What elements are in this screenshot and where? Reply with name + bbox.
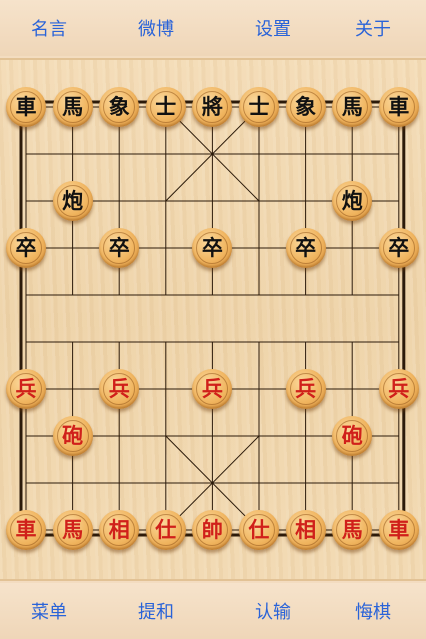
quotes-button[interactable]: 名言 <box>9 0 89 56</box>
black-piece[interactable]: 炮 <box>52 181 93 221</box>
piece-label: 兵 <box>15 376 37 401</box>
piece-label: 車 <box>15 517 37 542</box>
black-piece[interactable]: 馬 <box>52 87 93 127</box>
piece-label: 車 <box>15 94 37 119</box>
bottom-menu-bar: 菜单 提和 认输 悔棋 <box>0 583 426 639</box>
piece-label: 仕 <box>248 517 270 542</box>
piece-label: 砲 <box>341 423 363 448</box>
red-piece[interactable]: 車 <box>378 510 419 550</box>
red-piece[interactable]: 兵 <box>99 369 140 409</box>
red-piece[interactable]: 砲 <box>332 416 373 456</box>
black-piece[interactable]: 車 <box>6 87 46 127</box>
piece-label: 炮 <box>341 188 363 213</box>
red-piece[interactable]: 相 <box>285 510 326 550</box>
piece-label: 相 <box>295 517 317 542</box>
top-menu-bar: 名言 微博 设置 关于 <box>0 0 426 56</box>
red-piece[interactable]: 仕 <box>239 510 279 550</box>
weibo-button[interactable]: 微博 <box>116 0 196 56</box>
piece-label: 將 <box>201 94 223 119</box>
settings-button[interactable]: 设置 <box>233 0 313 56</box>
piece-label: 相 <box>108 517 130 542</box>
black-piece[interactable]: 象 <box>285 87 326 127</box>
piece-label: 卒 <box>201 235 223 260</box>
piece-label: 仕 <box>155 517 177 542</box>
black-piece[interactable]: 象 <box>99 87 140 127</box>
piece-label: 兵 <box>201 376 223 401</box>
red-piece[interactable]: 兵 <box>6 369 46 409</box>
piece-label: 車 <box>388 94 410 119</box>
chess-board[interactable]: 車馬象士將士象馬車炮炮卒卒卒卒卒兵兵兵兵兵砲砲車馬相仕帥仕相馬車 <box>0 58 426 581</box>
piece-label: 馬 <box>341 94 363 119</box>
piece-label: 馬 <box>62 94 84 119</box>
about-button[interactable]: 关于 <box>333 0 413 56</box>
piece-label: 士 <box>155 94 177 119</box>
piece-label: 帥 <box>201 517 223 542</box>
black-piece[interactable]: 卒 <box>6 228 46 268</box>
red-piece[interactable]: 車 <box>6 510 46 550</box>
piece-label: 兵 <box>108 376 130 401</box>
red-piece[interactable]: 砲 <box>52 416 93 456</box>
piece-label: 馬 <box>62 517 84 542</box>
piece-label: 炮 <box>62 188 84 213</box>
red-piece[interactable]: 相 <box>99 510 140 550</box>
piece-label: 卒 <box>388 235 410 260</box>
resign-button[interactable]: 认输 <box>233 583 313 639</box>
black-piece[interactable]: 卒 <box>378 228 419 268</box>
black-piece[interactable]: 士 <box>145 87 186 127</box>
red-piece[interactable]: 馬 <box>332 510 373 550</box>
piece-label: 兵 <box>388 376 410 401</box>
black-piece[interactable]: 馬 <box>332 87 373 127</box>
piece-label: 兵 <box>295 376 317 401</box>
red-piece[interactable]: 兵 <box>285 369 326 409</box>
black-piece[interactable]: 車 <box>378 87 419 127</box>
undo-button[interactable]: 悔棋 <box>333 583 413 639</box>
red-piece[interactable]: 兵 <box>378 369 419 409</box>
red-piece[interactable]: 仕 <box>145 510 186 550</box>
piece-label: 卒 <box>108 235 130 260</box>
red-piece[interactable]: 馬 <box>52 510 93 550</box>
black-piece[interactable]: 炮 <box>332 181 373 221</box>
black-piece[interactable]: 士 <box>239 87 279 127</box>
menu-button[interactable]: 菜单 <box>9 583 89 639</box>
piece-label: 車 <box>388 517 410 542</box>
piece-label: 馬 <box>341 517 363 542</box>
piece-label: 卒 <box>15 235 37 260</box>
black-piece[interactable]: 卒 <box>99 228 140 268</box>
offer-draw-button[interactable]: 提和 <box>116 583 196 639</box>
piece-label: 象 <box>295 94 317 119</box>
piece-label: 卒 <box>295 235 317 260</box>
piece-label: 士 <box>248 94 270 119</box>
piece-label: 象 <box>108 94 130 119</box>
board-grid <box>19 100 406 537</box>
black-piece[interactable]: 卒 <box>285 228 326 268</box>
piece-label: 砲 <box>62 423 84 448</box>
